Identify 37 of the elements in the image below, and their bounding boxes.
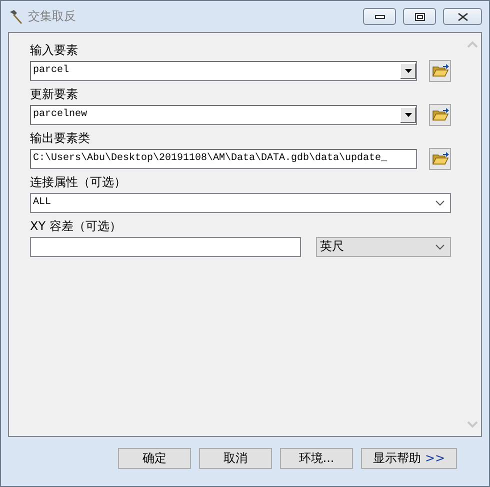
browse-button[interactable]	[429, 148, 451, 170]
chevron-down-icon	[435, 244, 445, 250]
triangle-down-icon	[404, 112, 412, 116]
unit-value: 英尺	[320, 238, 344, 255]
field-label: 输出要素类	[30, 130, 91, 146]
chevron-down-icon	[435, 200, 445, 206]
close-icon	[458, 12, 468, 20]
combo-box[interactable]: parcel	[30, 60, 417, 80]
folder-icon	[432, 63, 448, 78]
minimize-icon	[374, 14, 384, 18]
hammer-icon	[8, 8, 24, 24]
dialog-button[interactable]: 显示帮助 >>	[361, 448, 457, 468]
field-label: 更新要素	[30, 86, 79, 102]
minimize-button[interactable]	[363, 8, 396, 25]
input-field[interactable]: C:\Users\Abu\Desktop\20191108\AM\Data\DATA.gdb\data\update_	[30, 148, 417, 168]
folder-icon	[432, 151, 448, 166]
dialog-button[interactable]: 取消	[199, 448, 272, 468]
input-field[interactable]	[30, 236, 301, 256]
dropdown-value: ALL	[33, 197, 52, 208]
field-label: XY 容差（可选）	[30, 218, 122, 234]
dropdown[interactable]: ALL	[30, 192, 451, 212]
field-label: 连接属性（可选）	[30, 174, 127, 190]
close-button[interactable]	[443, 8, 482, 25]
dropdown-button[interactable]	[400, 106, 416, 122]
browse-button[interactable]	[429, 104, 451, 126]
maximize-icon	[414, 12, 424, 20]
dialog-button[interactable]: 确定	[118, 448, 191, 468]
folder-icon	[432, 107, 448, 122]
dialog-button[interactable]: 环境...	[280, 448, 353, 468]
field-label: 输入要素	[30, 42, 79, 58]
browse-button[interactable]	[429, 60, 451, 82]
combo-box[interactable]: parcelnew	[30, 104, 417, 124]
unit-dropdown[interactable]: 英尺	[316, 236, 451, 256]
window-title: 交集取反	[28, 8, 77, 25]
maximize-button[interactable]	[403, 8, 436, 25]
triangle-down-icon	[404, 68, 412, 72]
dropdown-button[interactable]	[400, 62, 416, 78]
